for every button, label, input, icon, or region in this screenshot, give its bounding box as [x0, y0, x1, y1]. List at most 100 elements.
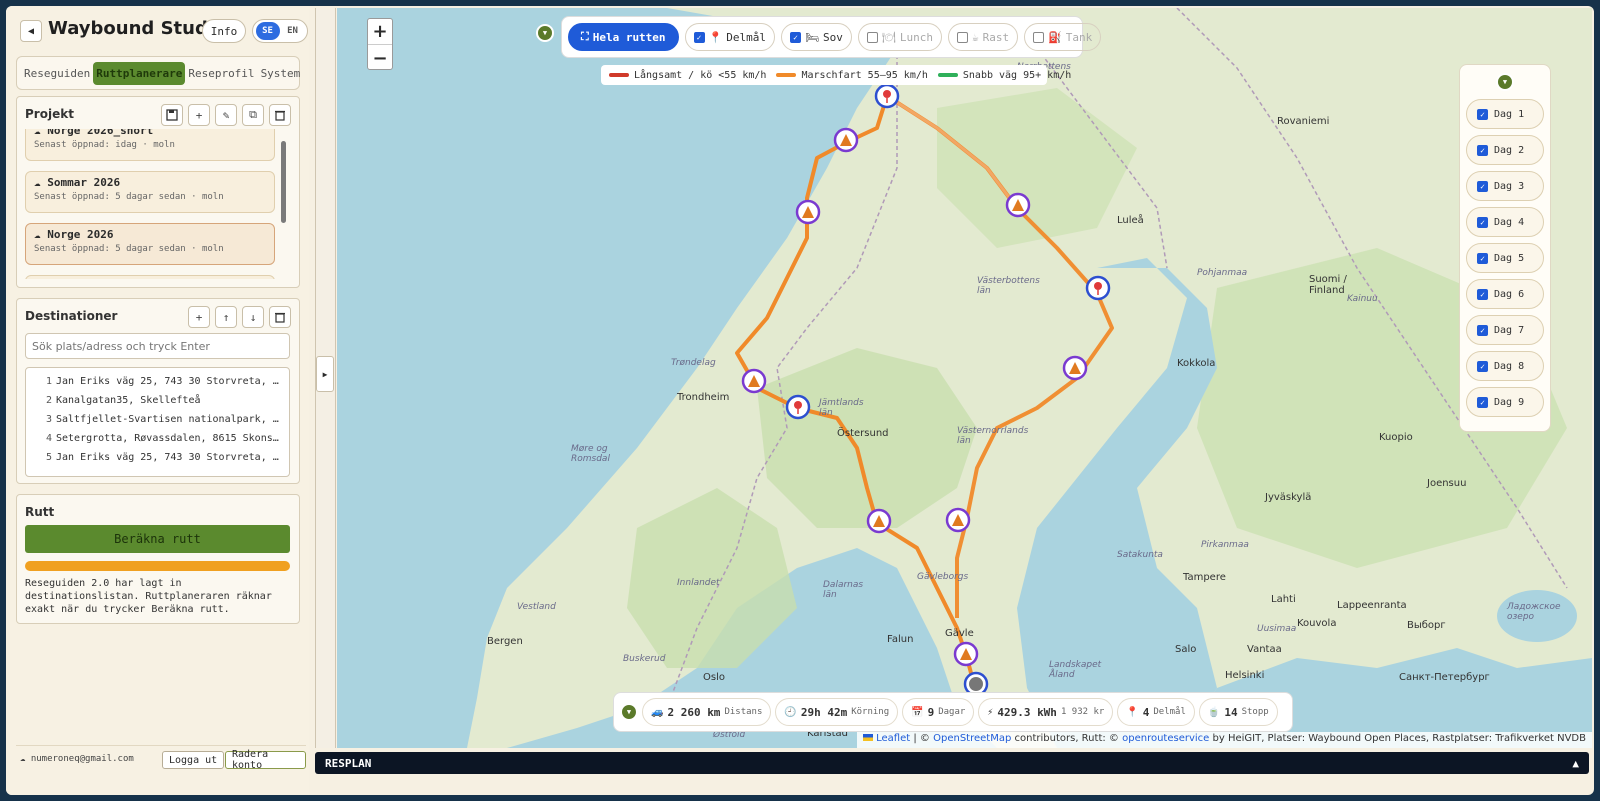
tab-reseguiden[interactable]: Reseguiden [21, 62, 93, 85]
map-label-lappeenranta: Lappeenranta [1337, 600, 1407, 611]
copy-icon[interactable]: ⧉ [242, 104, 264, 126]
project-meta: Senast öppnad: 5 dagar sedan · moln [34, 244, 224, 254]
filter-tank[interactable]: ⛽ Tank [1024, 23, 1102, 51]
stats-collapse-icon[interactable]: ▼ [620, 703, 638, 721]
whole-route-button[interactable]: ⛶ Hela rutten [568, 23, 679, 51]
map-label-kuopio: Kuopio [1379, 432, 1413, 443]
day-toggle[interactable]: ✓ Dag 7 [1466, 315, 1544, 345]
map-label-gavle: Gävle [945, 628, 974, 639]
ors-link[interactable]: openrouteservice [1122, 733, 1209, 744]
checkbox-checked-icon[interactable]: ✓ [1477, 396, 1488, 408]
day-toggle[interactable]: ✓ Dag 6 [1466, 279, 1544, 309]
trash-icon[interactable] [269, 104, 291, 126]
checkbox-checked-icon[interactable]: ✓ [693, 31, 705, 43]
resplan-bar[interactable]: RESPLAN ▲ [315, 752, 1589, 774]
filter-rast[interactable]: ☕ Rast [947, 23, 1019, 51]
add-destination-icon[interactable]: + [188, 306, 210, 328]
map-label-helsinki: Helsinki [1225, 670, 1265, 681]
project-item[interactable]: ☁ Norge 2026_short Senast öppnad: idag ·… [25, 129, 275, 161]
calculate-route-button[interactable]: Beräkna rutt [25, 525, 290, 553]
project-name: Norge 2026_short [47, 129, 154, 137]
tab-ruttplanerare[interactable]: Ruttplanerare [93, 61, 186, 85]
osm-link[interactable]: OpenStreetMap [933, 733, 1011, 744]
day-toggle[interactable]: ✓ Dag 9 [1466, 387, 1544, 417]
checkbox-checked-icon[interactable]: ✓ [1477, 324, 1488, 336]
add-project-icon[interactable]: + [188, 104, 210, 126]
map-label-falun: Falun [887, 634, 914, 645]
checkbox-checked-icon[interactable]: ✓ [1477, 252, 1488, 264]
flag-icon [862, 734, 873, 741]
checkbox-checked-icon[interactable]: ✓ [1477, 360, 1488, 372]
destination-item[interactable]: 1Jan Eriks väg 25, 743 30 Storvreta, Sve… [32, 372, 283, 391]
move-down-icon[interactable]: ↓ [242, 306, 264, 328]
trash-icon[interactable] [269, 306, 291, 328]
project-scrollbar[interactable] [281, 141, 286, 223]
project-panel: Projekt + ✎ ⧉ ☁ Norge 2026_short Senast … [16, 96, 300, 288]
move-up-icon[interactable]: ↑ [215, 306, 237, 328]
destination-item[interactable]: 4Setergrotta, Røvassdalen, 8615 Skonseng… [32, 429, 283, 448]
map-label-jyvaskyla: Jyväskylä [1265, 492, 1312, 503]
day-toggle[interactable]: ✓ Dag 5 [1466, 243, 1544, 273]
filter-collapse-icon[interactable]: ▼ [536, 24, 554, 42]
info-button[interactable]: Info [202, 19, 246, 43]
filter-delmal[interactable]: ✓ 📍 Delmål [684, 23, 776, 51]
logout-button[interactable]: Logga ut [162, 751, 225, 769]
zoom-control: + − [367, 18, 393, 70]
filter-sov[interactable]: ✓ 🛏 Sov [781, 23, 852, 51]
day-panel-collapse-icon[interactable]: ▼ [1496, 73, 1514, 91]
checkbox-checked-icon[interactable]: ✓ [1477, 288, 1488, 300]
map-label-ladoga: Ладожское озеро [1507, 602, 1561, 622]
day-toggle[interactable]: ✓ Dag 3 [1466, 171, 1544, 201]
map-label-ostersund: Östersund [837, 428, 889, 439]
destination-item[interactable]: 3 Saltfjellet-Svartisen nationalpark, Nor… [32, 410, 283, 429]
checkbox-icon[interactable] [1033, 31, 1045, 43]
tab-system[interactable]: System [258, 62, 304, 85]
day-toggle[interactable]: ✓ Dag 2 [1466, 135, 1544, 165]
edit-icon[interactable]: ✎ [215, 104, 237, 126]
project-item[interactable] [25, 275, 275, 279]
map-label-uusimaa: Uusimaa [1257, 624, 1297, 634]
checkbox-checked-icon[interactable]: ✓ [1477, 216, 1488, 228]
checkbox-checked-icon[interactable]: ✓ [790, 31, 802, 43]
cloud-icon: ☁ [20, 754, 31, 764]
fuel-icon: ⛽ [1048, 30, 1062, 44]
zoom-in-button[interactable]: + [368, 19, 392, 45]
back-icon[interactable]: ◀ [20, 20, 42, 42]
map-filter-bar: ⛶ Hela rutten ✓ 📍 Delmål ✓ 🛏 Sov 🍽 Lunch ☕ Rast… [561, 16, 1102, 58]
checkbox-checked-icon[interactable]: ✓ [1477, 180, 1488, 192]
day-toggle[interactable]: ✓ Dag 1 [1466, 99, 1544, 129]
checkbox-checked-icon[interactable]: ✓ [1477, 108, 1488, 120]
destination-item[interactable]: 5Jan Eriks väg 25, 743 30 Storvreta, Sve… [32, 448, 283, 467]
lang-se-button[interactable]: SE [255, 22, 280, 40]
project-list: ☁ Norge 2026_short Senast öppnad: idag ·… [25, 129, 277, 279]
chevron-up-icon[interactable]: ▲ [1572, 757, 1579, 770]
day-toggle[interactable]: ✓ Dag 4 [1466, 207, 1544, 237]
map[interactable]: Rovaniemi Luleå Suomi / Finland Kokkola … [337, 8, 1592, 748]
zoom-out-button[interactable]: − [368, 45, 392, 71]
destination-item[interactable]: 2 Kanalgatan35, Skellefteå [32, 391, 283, 410]
delete-account-button[interactable]: Radera konto [225, 749, 306, 771]
map-label-vyborg: Выборг [1407, 620, 1446, 631]
map-label-more-romsdal: Møre og Romsdal [571, 444, 610, 464]
project-meta: Senast öppnad: 5 dagar sedan · moln [34, 192, 224, 202]
map-label-jamtland: Jämtlands län [819, 398, 864, 418]
tab-reseprofil[interactable]: Reseprofil [185, 62, 257, 85]
leaflet-link[interactable]: Leaflet [876, 733, 910, 744]
sidebar: ◀ Waybound Studio Info SE EN Reseguiden … [6, 6, 309, 795]
lang-en-button[interactable]: EN [281, 22, 305, 40]
day-toggle[interactable]: ✓ Dag 8 [1466, 351, 1544, 381]
checkbox-icon[interactable] [956, 31, 968, 43]
save-icon[interactable] [161, 104, 183, 126]
map-label-kouvola: Kouvola [1297, 618, 1337, 629]
checkbox-icon[interactable] [866, 31, 878, 43]
cloud-icon: ☁ [34, 129, 48, 137]
language-toggle[interactable]: SE EN [252, 19, 308, 43]
project-item-current[interactable]: ☁ Norge 2026 Senast öppnad: 5 dagar seda… [25, 223, 275, 265]
filter-lunch[interactable]: 🍽 Lunch [857, 23, 942, 51]
project-item[interactable]: ☁ Sommar 2026 Senast öppnad: 5 dagar sed… [25, 171, 275, 213]
collapse-sidebar-icon[interactable]: ▶ [316, 356, 334, 392]
header: ◀ Waybound Studio Info SE EN [16, 18, 308, 46]
cup-icon: ☕ [971, 30, 979, 44]
destination-search-input[interactable] [25, 333, 290, 359]
checkbox-checked-icon[interactable]: ✓ [1477, 144, 1488, 156]
